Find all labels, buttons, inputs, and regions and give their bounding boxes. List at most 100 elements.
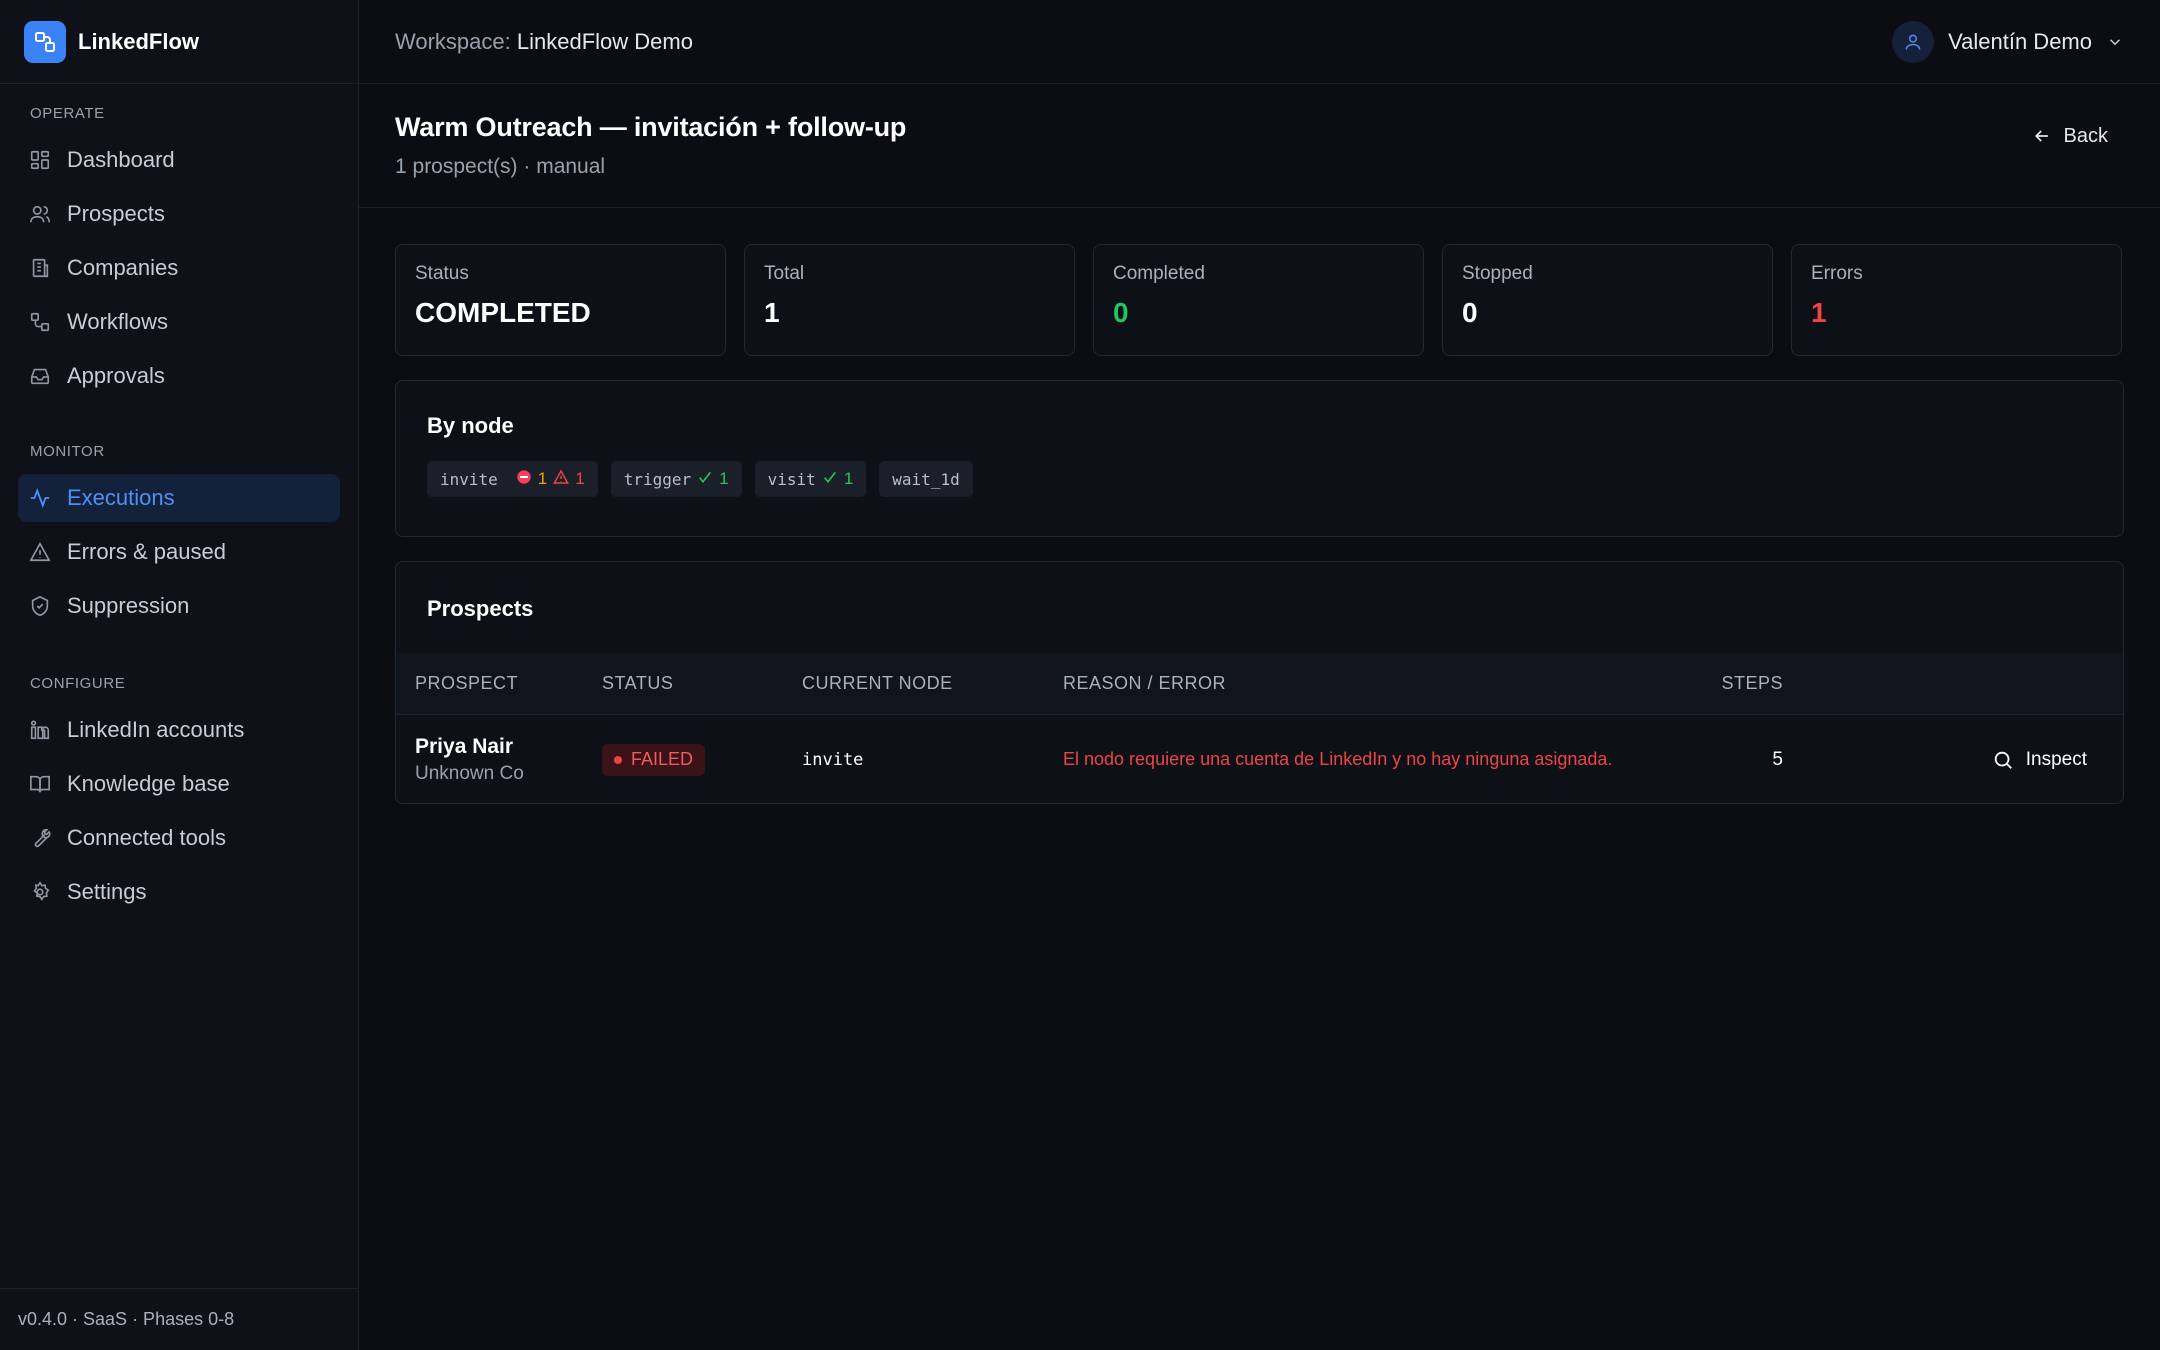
execution-detail: Status COMPLETED Total 1 Completed 0 Sto… bbox=[359, 208, 2160, 804]
stat-value: 1 bbox=[1811, 297, 1827, 328]
inspect-label: Inspect bbox=[2025, 748, 2087, 770]
node-name: visit bbox=[767, 469, 816, 489]
by-node-title: By node bbox=[427, 413, 514, 438]
steps-count: 5 bbox=[1772, 748, 1783, 770]
stat-value: COMPLETED bbox=[415, 297, 591, 328]
prospect-company: Unknown Co bbox=[415, 762, 524, 784]
search-icon bbox=[1992, 749, 2014, 771]
prospect-cell: Priya Nair Unknown Co bbox=[396, 735, 602, 785]
sidebar-item-label: Suppression bbox=[67, 593, 190, 618]
topbar: Workspace: LinkedFlow Demo Valentín Demo bbox=[359, 0, 2160, 84]
sidebar-item-suppression[interactable]: Suppression bbox=[18, 582, 340, 630]
prospect-name[interactable]: Priya Nair bbox=[415, 735, 602, 759]
sidebar: LinkedFlow OPERATE Dashboard Prospects C… bbox=[0, 0, 359, 1350]
sidebar-item-errors[interactable]: Errors & paused bbox=[18, 528, 340, 576]
book-icon bbox=[28, 772, 52, 796]
gear-icon bbox=[28, 880, 52, 904]
wrench-icon bbox=[28, 826, 52, 850]
stat-value: 0 bbox=[1113, 297, 1129, 328]
node-chip-visit[interactable]: visit 1 bbox=[754, 461, 867, 497]
table-header: PROSPECT STATUS CURRENT NODE REASON / ER… bbox=[396, 653, 2123, 714]
chevron-down-icon bbox=[2106, 33, 2124, 51]
dashboard-icon bbox=[28, 148, 52, 172]
avatar bbox=[1892, 20, 1935, 63]
sidebar-item-label: LinkedIn accounts bbox=[67, 717, 245, 742]
logo-icon bbox=[24, 20, 66, 63]
by-node-card: By node invite 1 1 trigger 1 visit 1 wai… bbox=[395, 380, 2124, 537]
column-header[interactable]: PROSPECT bbox=[396, 673, 602, 694]
ok-count: 1 bbox=[719, 469, 729, 488]
users-icon bbox=[28, 202, 52, 226]
workspace-label: Workspace: LinkedFlow Demo bbox=[395, 29, 693, 55]
node-chip-invite[interactable]: invite 1 1 bbox=[427, 461, 598, 497]
workspace-prefix: Workspace: bbox=[395, 28, 511, 54]
page-subtitle: 1 prospect(s) · manual bbox=[395, 155, 606, 178]
sidebar-item-label: Approvals bbox=[67, 363, 165, 388]
sidebar-item-label: Errors & paused bbox=[67, 539, 226, 564]
warning-icon bbox=[28, 540, 52, 564]
sidebar-item-connected-tools[interactable]: Connected tools bbox=[18, 814, 340, 862]
brand[interactable]: LinkedFlow bbox=[0, 0, 358, 84]
column-header[interactable]: STATUS bbox=[602, 673, 802, 694]
stat-label: Errors bbox=[1811, 263, 1863, 284]
sidebar-item-label: Knowledge base bbox=[67, 771, 230, 796]
sidebar-item-approvals[interactable]: Approvals bbox=[18, 352, 340, 400]
stat-value: 1 bbox=[764, 297, 780, 328]
sidebar-item-label: Settings bbox=[67, 879, 147, 904]
section-operate: OPERATE bbox=[30, 105, 105, 122]
node-chips: invite 1 1 trigger 1 visit 1 wait_1d bbox=[427, 461, 2092, 497]
user-menu[interactable]: Valentín Demo bbox=[1892, 20, 2124, 63]
sidebar-item-knowledge-base[interactable]: Knowledge base bbox=[18, 760, 340, 808]
stat-errors: Errors 1 bbox=[1791, 244, 2122, 356]
sidebar-item-label: Dashboard bbox=[67, 147, 175, 172]
sidebar-item-label: Connected tools bbox=[67, 825, 226, 850]
back-button[interactable]: Back bbox=[2016, 116, 2124, 156]
stat-label: Stopped bbox=[1462, 263, 1533, 284]
inspect-button[interactable]: Inspect bbox=[1992, 749, 2087, 771]
section-configure: CONFIGURE bbox=[30, 675, 126, 692]
section-monitor: MONITOR bbox=[30, 443, 105, 460]
error-count: 1 bbox=[575, 469, 585, 488]
page-title: Warm Outreach — invitación + follow-up bbox=[395, 112, 907, 142]
node-name: trigger bbox=[623, 469, 692, 489]
stat-completed: Completed 0 bbox=[1093, 244, 1424, 356]
user-name: Valentín Demo bbox=[1948, 28, 2092, 54]
node-name: wait_1d bbox=[892, 469, 960, 489]
node-name: invite bbox=[440, 469, 498, 489]
sidebar-nav: OPERATE Dashboard Prospects Companies Wo… bbox=[0, 84, 358, 916]
node-chip-wait-1d[interactable]: wait_1d bbox=[879, 461, 973, 497]
prospects-header: Prospects bbox=[396, 562, 2123, 653]
user-icon bbox=[1905, 34, 1921, 50]
sidebar-item-label: Companies bbox=[67, 255, 179, 280]
status-dot bbox=[614, 755, 622, 764]
workspace-name: LinkedFlow Demo bbox=[516, 28, 693, 54]
sidebar-item-executions[interactable]: Executions bbox=[18, 474, 340, 522]
column-header[interactable]: REASON / ERROR bbox=[1063, 673, 1683, 694]
status-badge: FAILED bbox=[602, 743, 706, 776]
status-cell: FAILED bbox=[602, 743, 802, 776]
sidebar-item-linkedin-accounts[interactable]: LinkedIn accounts bbox=[18, 706, 340, 754]
table-row[interactable]: Priya Nair Unknown Co FAILED invite El n… bbox=[396, 714, 2123, 804]
action-cell: Inspect bbox=[1783, 749, 2123, 771]
brand-name: LinkedFlow bbox=[78, 28, 199, 54]
sidebar-item-companies[interactable]: Companies bbox=[18, 244, 340, 292]
stats-row: Status COMPLETED Total 1 Completed 0 Sto… bbox=[395, 244, 2124, 356]
column-header[interactable]: STEPS bbox=[1683, 673, 1783, 694]
sidebar-item-label: Executions bbox=[67, 485, 175, 510]
sidebar-item-workflows[interactable]: Workflows bbox=[18, 298, 340, 346]
workflow-icon bbox=[28, 310, 52, 334]
building-icon bbox=[28, 256, 52, 280]
sidebar-item-settings[interactable]: Settings bbox=[18, 868, 340, 916]
ok-count: 1 bbox=[843, 469, 854, 488]
version-footer: v0.4.0 · SaaS · Phases 0-8 bbox=[0, 1288, 358, 1350]
stat-label: Status bbox=[415, 263, 469, 284]
back-label: Back bbox=[2063, 124, 2108, 147]
sidebar-item-prospects[interactable]: Prospects bbox=[18, 190, 340, 238]
column-header[interactable]: CURRENT NODE bbox=[802, 673, 1063, 694]
node-chip-trigger[interactable]: trigger 1 bbox=[610, 461, 742, 497]
stop-icon bbox=[516, 469, 532, 489]
sidebar-item-dashboard[interactable]: Dashboard bbox=[18, 136, 340, 184]
main-content: Workspace: LinkedFlow Demo Valentín Demo… bbox=[359, 0, 2160, 1350]
activity-icon bbox=[28, 486, 52, 510]
linkedin-icon bbox=[28, 718, 52, 742]
